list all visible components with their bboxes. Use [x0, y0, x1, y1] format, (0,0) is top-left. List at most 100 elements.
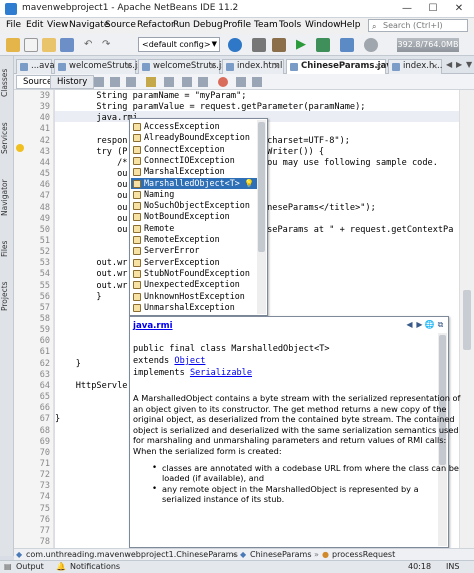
close-icon[interactable]: ✕	[375, 60, 382, 73]
menu-edit[interactable]: Edit	[26, 20, 43, 30]
hint-bulb-icon[interactable]	[16, 144, 24, 152]
editor-tab[interactable]: welcomeStruts.jsp ✕	[138, 59, 231, 74]
notifications-tab[interactable]: Notifications	[70, 562, 120, 571]
breadcrumb-package-class[interactable]: com.unthreading.mavenwebproject1.Chinese…	[26, 550, 238, 559]
breadcrumb-method[interactable]: processRequest	[332, 550, 395, 559]
profile-icon[interactable]	[340, 38, 354, 52]
menu-debug[interactable]: Debug	[193, 20, 223, 30]
search-input[interactable]: ⌕ Search (Ctrl+I)	[368, 19, 468, 32]
editor-tab-active[interactable]: ChineseParams.java ✕	[286, 59, 398, 74]
javadoc-bullet-line: any remote object in the MarshalledObjec…	[162, 483, 419, 494]
find-icon[interactable]	[146, 77, 156, 87]
redo-icon[interactable]: ↷	[102, 38, 116, 52]
last-edit-icon[interactable]	[94, 77, 104, 87]
new-project-icon[interactable]	[6, 38, 20, 52]
tab-scroll-left-icon[interactable]: ◀	[446, 60, 452, 69]
breadcrumb-class[interactable]: ChineseParams	[250, 550, 311, 559]
close-icon[interactable]: ✕	[209, 60, 216, 73]
go-to-source-icon[interactable]: ⧉	[435, 319, 446, 330]
config-select[interactable]: <default config> ▼	[138, 37, 220, 52]
menu-refactor[interactable]: Refactor	[137, 20, 175, 30]
new-file-icon[interactable]	[24, 38, 38, 52]
completion-item[interactable]: ConnectException	[131, 144, 257, 155]
scroll-thumb[interactable]	[463, 290, 471, 350]
completion-item[interactable]: MarshalledObject<T> 💡	[131, 177, 257, 189]
class-icon: ◆	[16, 550, 23, 559]
completion-item[interactable]: ServerException	[131, 257, 257, 268]
open-in-browser-icon[interactable]: 🌐	[424, 319, 435, 330]
tab-files[interactable]: Files	[0, 234, 14, 264]
editor-tab[interactable]: index.h... ✕	[388, 59, 442, 74]
gc-icon[interactable]	[364, 38, 378, 52]
tab-services[interactable]: Services	[0, 114, 14, 162]
completion-item[interactable]: Remote	[131, 223, 257, 234]
implements-serializable-link[interactable]: Serializable	[190, 368, 252, 378]
close-button[interactable]: ✕	[446, 1, 472, 17]
save-all-icon[interactable]	[60, 38, 74, 52]
menu-team[interactable]: Team	[254, 20, 278, 30]
completion-item[interactable]: AccessException	[131, 121, 257, 132]
line-number: 71	[39, 458, 50, 469]
menu-navigate[interactable]: Navigate	[69, 20, 109, 30]
close-icon[interactable]: ✕	[125, 60, 132, 73]
completion-item[interactable]: NotBoundException	[131, 211, 257, 222]
completion-item[interactable]: UnknownHostException	[131, 291, 257, 302]
globe-icon[interactable]	[228, 38, 242, 52]
editor-tab[interactable]: index.html ✕	[222, 59, 284, 74]
tab-classes[interactable]: Classes	[0, 62, 14, 104]
completion-item[interactable]: UnexpectedException	[131, 279, 257, 290]
memory-indicator[interactable]: 392.8/764.0MB	[397, 38, 459, 52]
completion-scrollbar[interactable]	[257, 120, 266, 314]
completion-item[interactable]: NoSuchObjectException	[131, 200, 257, 211]
menu-file[interactable]: File	[6, 20, 21, 30]
tab-navigator[interactable]: Navigator	[0, 170, 14, 226]
output-tab[interactable]: Output	[16, 562, 44, 571]
completion-item[interactable]: MarshalException	[131, 166, 257, 177]
editor-vertical-scrollbar[interactable]	[459, 90, 474, 548]
output-icon: ▤	[4, 562, 12, 571]
toggle-bookmark-icon[interactable]	[164, 77, 174, 87]
uncomment-icon[interactable]	[252, 77, 262, 87]
menu-help[interactable]: Help	[340, 20, 361, 30]
clean-build-icon[interactable]	[272, 38, 286, 52]
completion-item[interactable]: StubNotFoundException	[131, 268, 257, 279]
run-icon[interactable]: ▶	[296, 38, 310, 52]
completion-item[interactable]: AlreadyBoundException	[131, 132, 257, 143]
extends-object-link[interactable]: Object	[174, 356, 205, 366]
completion-item[interactable]: UnmarshalException	[131, 302, 257, 313]
menu-source[interactable]: Source	[105, 20, 136, 30]
editor-tab[interactable]: ...ava	[16, 59, 55, 74]
editor-tab[interactable]: welcomeStruts.jsp ✕	[54, 59, 147, 74]
maximize-button[interactable]: ☐	[420, 1, 446, 17]
build-hammer-icon[interactable]	[252, 38, 266, 52]
tab-scroll-right-icon[interactable]: ▶	[456, 60, 462, 69]
shift-right-icon[interactable]	[198, 77, 208, 87]
completion-scroll-thumb[interactable]	[258, 122, 265, 252]
back-icon[interactable]	[110, 77, 120, 87]
javadoc-popup[interactable]: ◀ ▶ 🌐 ⧉ java.rmi public final class Mars…	[129, 316, 460, 548]
menu-profile[interactable]: Profile	[223, 20, 251, 30]
undo-icon[interactable]: ↶	[84, 38, 98, 52]
completion-item[interactable]: Naming	[131, 189, 257, 200]
shift-left-icon[interactable]	[182, 77, 192, 87]
menu-window[interactable]: Window	[305, 20, 341, 30]
debug-icon[interactable]	[316, 38, 330, 52]
macro-record-icon[interactable]	[218, 77, 228, 87]
history-view-button[interactable]: History	[50, 75, 95, 89]
forward-icon[interactable]	[126, 77, 136, 87]
tab-projects[interactable]: Projects	[0, 272, 14, 320]
javadoc-package-link[interactable]: java.rmi	[133, 321, 173, 331]
code-completion-popup[interactable]: AccessException AlreadyBoundException Conn…	[129, 118, 268, 316]
menu-tools[interactable]: Tools	[279, 20, 301, 30]
completion-item[interactable]: ServerError	[131, 245, 257, 256]
menu-run[interactable]: Run	[173, 20, 190, 30]
minimize-button[interactable]: —	[394, 1, 420, 17]
close-icon[interactable]: ✕	[431, 60, 438, 73]
tab-list-icon[interactable]: ▼	[466, 60, 472, 69]
comment-icon[interactable]	[236, 77, 246, 87]
open-project-icon[interactable]	[42, 38, 56, 52]
menu-view[interactable]: View	[47, 20, 68, 30]
completion-item[interactable]: ConnectIOException	[131, 155, 257, 166]
completion-item[interactable]: RemoteException	[131, 234, 257, 245]
close-icon[interactable]: ✕	[273, 60, 280, 73]
